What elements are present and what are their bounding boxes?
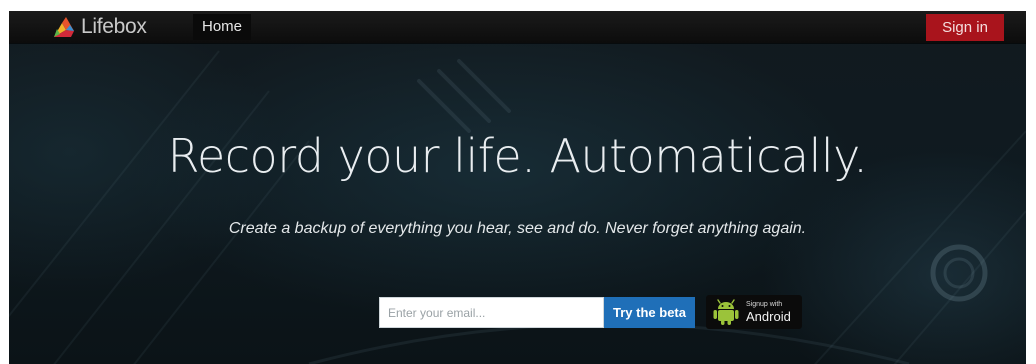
hero-subtitle: Create a backup of everything you hear, … xyxy=(228,220,807,237)
brand[interactable]: Lifebox xyxy=(51,14,147,40)
android-robot-icon xyxy=(713,299,739,325)
android-label: Android xyxy=(746,309,791,324)
android-signup-button[interactable]: Signup with Android xyxy=(706,295,802,329)
nav-home-link[interactable]: Home xyxy=(193,14,252,40)
lifebox-logo-icon xyxy=(54,17,74,37)
page-frame: Lifebox Home Sign in Record your life. A… xyxy=(9,11,1026,364)
sign-in-button[interactable]: Sign in xyxy=(926,14,1004,41)
hero-title: Record your life. Automatically. xyxy=(167,129,868,183)
email-input[interactable] xyxy=(379,297,604,328)
brand-name: Lifebox xyxy=(81,15,147,38)
top-navbar: Lifebox Home Sign in xyxy=(9,11,1026,43)
android-signup-caption: Signup with xyxy=(746,301,783,308)
try-beta-button[interactable]: Try the beta xyxy=(604,297,695,328)
